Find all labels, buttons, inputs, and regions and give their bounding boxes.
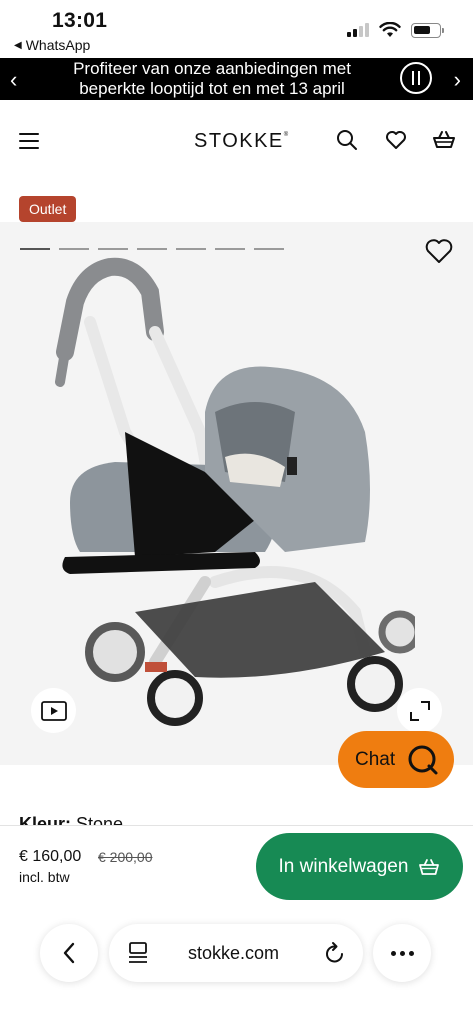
- url-text[interactable]: stokke.com: [188, 943, 279, 964]
- promo-next-button[interactable]: ›: [454, 67, 461, 93]
- status-time: 13:01: [52, 9, 108, 32]
- back-to-app-link[interactable]: ◀ WhatsApp: [14, 37, 90, 53]
- add-to-cart-button[interactable]: In winkelwagen: [256, 833, 463, 900]
- expand-button[interactable]: [397, 688, 442, 733]
- gallery-dot[interactable]: [137, 248, 167, 250]
- chat-label: Chat: [355, 748, 396, 770]
- site-header: STOKKE®: [0, 100, 473, 182]
- promo-prev-button[interactable]: ‹: [10, 67, 17, 93]
- stroller-image: [55, 257, 415, 726]
- reload-icon[interactable]: [324, 941, 346, 965]
- status-icons: [347, 22, 444, 38]
- add-to-cart-label: In winkelwagen: [278, 855, 409, 877]
- wishlist-heart-icon[interactable]: [425, 238, 453, 264]
- signal-icon: [347, 23, 369, 37]
- promo-pause-button[interactable]: [400, 62, 432, 94]
- old-price: € 200,00: [98, 849, 153, 865]
- tabs-icon[interactable]: [128, 942, 148, 964]
- promo-text[interactable]: Profiteer van onze aanbiedingen met bepe…: [52, 59, 372, 99]
- address-bar[interactable]: stokke.com: [109, 924, 363, 982]
- promo-banner: ‹ Profiteer van onze aanbiedingen met be…: [0, 58, 473, 100]
- more-button[interactable]: [373, 924, 431, 982]
- gallery-dot[interactable]: [98, 248, 128, 250]
- product-gallery[interactable]: [0, 222, 473, 765]
- back-app-label: WhatsApp: [25, 37, 91, 53]
- outlet-badge: Outlet: [19, 196, 77, 222]
- basket-icon: [419, 858, 440, 875]
- tax-note: incl. btw: [19, 869, 70, 885]
- logo-mark: ®: [283, 132, 290, 138]
- back-triangle-icon: ◀: [14, 39, 22, 51]
- chat-button[interactable]: Chat: [338, 731, 454, 788]
- gallery-dot[interactable]: [215, 248, 245, 250]
- pause-icon: [412, 71, 414, 85]
- basket-icon[interactable]: [432, 128, 456, 152]
- battery-icon: [411, 22, 444, 38]
- gallery-dot[interactable]: [176, 248, 206, 250]
- logo-text: STOKKE: [194, 130, 284, 152]
- heart-icon[interactable]: [384, 128, 408, 152]
- gallery-dot[interactable]: [59, 248, 89, 250]
- gallery-dot[interactable]: [20, 248, 50, 250]
- purchase-bar: € 160,00 € 200,00 incl. btw In winkelwag…: [0, 825, 473, 900]
- hamburger-icon[interactable]: [19, 133, 39, 149]
- video-button[interactable]: [31, 688, 76, 733]
- gallery-dot[interactable]: [254, 248, 284, 250]
- search-icon[interactable]: [335, 128, 359, 152]
- wifi-icon: [379, 22, 401, 37]
- chat-q-icon: [408, 745, 438, 774]
- expand-icon: [409, 700, 430, 721]
- gallery-pagination: [20, 248, 284, 250]
- browser-back-button[interactable]: [40, 924, 98, 982]
- browser-toolbar: stokke.com: [0, 900, 473, 1024]
- chevron-left-icon: [63, 942, 75, 964]
- current-price: € 160,00: [19, 848, 82, 865]
- more-dots-icon: [390, 950, 414, 956]
- stokke-logo[interactable]: STOKKE®: [194, 130, 290, 153]
- play-icon: [40, 700, 67, 721]
- status-bar: 13:01 ◀ WhatsApp: [0, 0, 473, 58]
